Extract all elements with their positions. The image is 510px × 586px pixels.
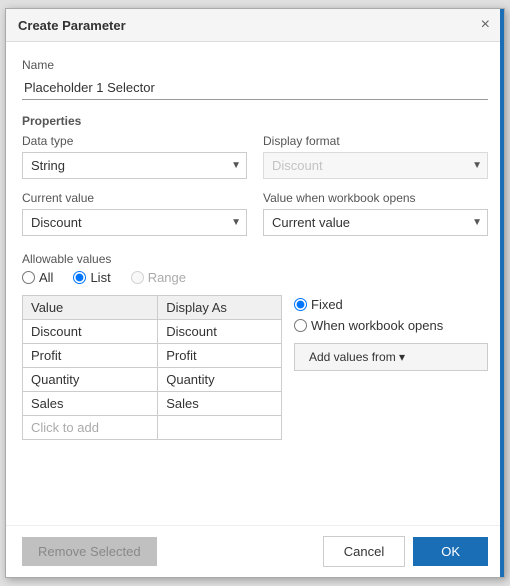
cancel-button[interactable]: Cancel <box>323 536 405 567</box>
remove-selected-button[interactable]: Remove Selected <box>22 537 157 566</box>
allowable-values-section: Allowable values All List Range <box>22 252 488 440</box>
value-when-opens-col: Value when workbook opens Current value … <box>263 191 488 236</box>
display-format-select[interactable]: Discount <box>263 152 488 179</box>
radio-range[interactable]: Range <box>131 270 186 285</box>
radio-when-opens-input[interactable] <box>294 319 307 332</box>
radio-when-opens[interactable]: When workbook opens <box>294 318 488 333</box>
allowable-radio-group: All List Range <box>22 270 488 285</box>
properties-label: Properties <box>22 114 488 128</box>
radio-range-input[interactable] <box>131 271 144 284</box>
col-header-display-as: Display As <box>158 296 282 320</box>
ok-button[interactable]: OK <box>413 537 488 566</box>
right-section: Fixed When workbook opens Add values fro… <box>294 295 488 440</box>
table-row[interactable]: Profit Profit <box>23 344 282 368</box>
display-format-label: Display format <box>263 134 488 148</box>
radio-fixed[interactable]: Fixed <box>294 297 488 312</box>
value-when-opens-select[interactable]: Current value Fixed value <box>263 209 488 236</box>
fixed-radio-group: Fixed When workbook opens <box>294 297 488 333</box>
table-row[interactable]: Sales Sales <box>23 392 282 416</box>
table-row[interactable]: Quantity Quantity <box>23 368 282 392</box>
cell-display-as: Sales <box>158 392 282 416</box>
radio-list-input[interactable] <box>73 271 86 284</box>
dialog-header: Create Parameter × <box>6 9 504 42</box>
main-content-row: Value Display As Discount Discount Profi… <box>22 295 488 440</box>
radio-when-opens-label: When workbook opens <box>311 318 443 333</box>
display-format-col: Display format Discount ▼ <box>263 134 488 179</box>
cell-value: Sales <box>23 392 158 416</box>
cell-value: Quantity <box>23 368 158 392</box>
cell-display-as: Discount <box>158 320 282 344</box>
value-when-opens-select-wrapper: Current value Fixed value ▼ <box>263 209 488 236</box>
values-table: Value Display As Discount Discount Profi… <box>22 295 282 440</box>
data-type-col: Data type String ▼ <box>22 134 247 179</box>
radio-all-label: All <box>39 270 53 285</box>
radio-list-label: List <box>90 270 110 285</box>
cell-display-as: Profit <box>158 344 282 368</box>
cell-display-as: Quantity <box>158 368 282 392</box>
display-format-select-wrapper: Discount ▼ <box>263 152 488 179</box>
radio-range-label: Range <box>148 270 186 285</box>
value-when-opens-label: Value when workbook opens <box>263 191 488 205</box>
current-value-select-wrapper: Discount Profit Quantity Sales ▼ <box>22 209 247 236</box>
click-to-add-cell-empty <box>158 416 282 440</box>
close-button[interactable]: × <box>479 17 492 33</box>
create-parameter-dialog: Create Parameter × Name Properties Data … <box>5 8 505 578</box>
table-row[interactable]: Discount Discount <box>23 320 282 344</box>
add-values-button[interactable]: Add values from ▾ <box>294 343 488 371</box>
current-value-select[interactable]: Discount Profit Quantity Sales <box>22 209 247 236</box>
radio-list[interactable]: List <box>73 270 110 285</box>
dialog-body: Name Properties Data type String ▼ Displ… <box>6 42 504 525</box>
current-value-label: Current value <box>22 191 247 205</box>
allowable-values-label: Allowable values <box>22 252 488 266</box>
properties-row: Data type String ▼ Display format Discou… <box>22 134 488 179</box>
col-header-value: Value <box>23 296 158 320</box>
radio-all-input[interactable] <box>22 271 35 284</box>
table-row-add[interactable]: Click to add <box>23 416 282 440</box>
accent-bar <box>500 9 504 577</box>
data-type-select[interactable]: String <box>22 152 247 179</box>
radio-fixed-input[interactable] <box>294 298 307 311</box>
cell-value: Profit <box>23 344 158 368</box>
name-input[interactable] <box>22 76 488 100</box>
data-type-label: Data type <box>22 134 247 148</box>
values-table-section: Value Display As Discount Discount Profi… <box>22 295 282 440</box>
cell-value: Discount <box>23 320 158 344</box>
dialog-title: Create Parameter <box>18 18 126 33</box>
table-header-row: Value Display As <box>23 296 282 320</box>
name-label: Name <box>22 58 488 72</box>
current-value-col: Current value Discount Profit Quantity S… <box>22 191 247 236</box>
value-row: Current value Discount Profit Quantity S… <box>22 191 488 236</box>
data-type-select-wrapper: String ▼ <box>22 152 247 179</box>
dialog-footer: Remove Selected Cancel OK <box>6 525 504 577</box>
radio-all[interactable]: All <box>22 270 53 285</box>
radio-fixed-label: Fixed <box>311 297 343 312</box>
click-to-add-cell: Click to add <box>23 416 158 440</box>
